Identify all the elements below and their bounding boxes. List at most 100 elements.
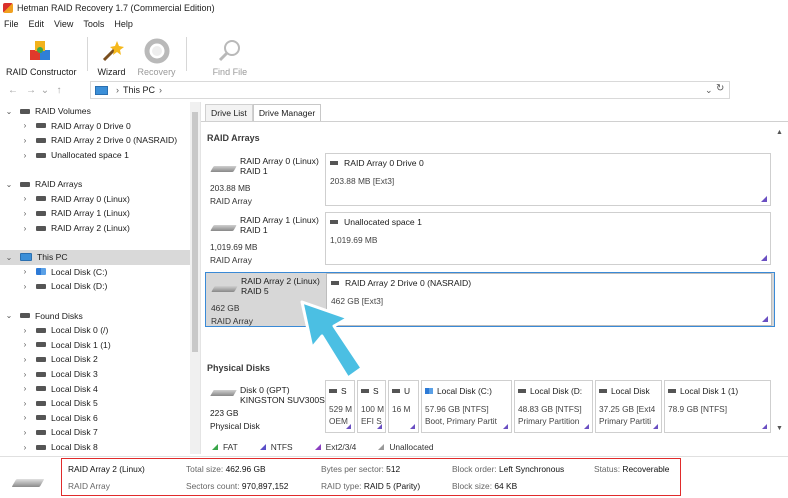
chevron-right-icon[interactable]: › — [20, 136, 30, 145]
total-size-value: 462.96 GB — [225, 464, 266, 474]
partition-type: Boot, Primary Partit — [425, 416, 497, 426]
tree-item[interactable]: › Local Disk 3 — [0, 367, 190, 382]
tree-item[interactable]: › RAID Array 0 (Linux) — [0, 192, 190, 207]
chevron-right-icon[interactable]: › — [20, 443, 30, 452]
partition-block[interactable]: Local Disk (C:) 57.96 GB [NTFS] Boot, Prim… — [421, 380, 512, 433]
chevron-right-icon[interactable]: › — [20, 326, 30, 335]
history-chevron-icon[interactable]: ⌄ — [40, 85, 50, 96]
tree-item[interactable]: › RAID Array 2 Drive 0 (NASRAID) — [0, 133, 190, 148]
tree-group[interactable]: ⌄ Found Disks — [0, 308, 190, 323]
address-field[interactable]: › This PC › — [90, 81, 730, 99]
raid-array-row[interactable]: RAID Array 1 (Linux) RAID 1 1,019.69 MB R… — [205, 212, 775, 267]
chevron-right-icon[interactable]: › — [20, 224, 30, 233]
drive-icon — [36, 386, 46, 392]
partition-block[interactable]: Local Disk 1 (1) 78.9 GB [NTFS] — [664, 380, 771, 433]
total-size-label: Total size: — [186, 464, 224, 474]
chevron-right-icon[interactable]: › — [20, 209, 30, 218]
chevron-right-icon[interactable]: › — [20, 282, 30, 291]
partition-block[interactable]: Unallocated space 1 1,019.69 MB — [325, 212, 771, 265]
partition-block[interactable]: Local Disk 37.25 GB [Ext4 Primary Partiti — [595, 380, 662, 433]
menu-view[interactable]: View — [54, 19, 73, 29]
tree-group[interactable]: ⌄ RAID Volumes — [0, 104, 190, 119]
tree-item-label: Local Disk (D:) — [51, 281, 108, 292]
partition-size: 37.25 GB [Ext4 — [599, 404, 656, 414]
wizard-button[interactable]: Wizard — [92, 33, 132, 77]
chevron-right-icon[interactable]: › — [20, 384, 30, 393]
tree-item[interactable]: › Local Disk 5 — [0, 396, 190, 411]
chevron-right-icon[interactable]: › — [20, 151, 30, 160]
forward-arrow-icon[interactable]: → — [22, 85, 40, 96]
tree-item-label: RAID Array 2 (Linux) — [51, 223, 130, 234]
chevron-right-icon[interactable]: › — [20, 355, 30, 364]
partition-block[interactable]: S 100 M EFI S — [357, 380, 386, 433]
chevron-right-icon[interactable]: › — [20, 428, 30, 437]
scroll-up-icon[interactable]: ▲ — [776, 129, 783, 136]
menu-file[interactable]: File — [4, 19, 19, 29]
partition-name: Local Disk 1 (1) — [680, 386, 739, 396]
tree-item[interactable]: › Local Disk 6 — [0, 411, 190, 426]
tree-item[interactable]: › Local Disk 4 — [0, 381, 190, 396]
chevron-right-icon[interactable]: › — [20, 340, 30, 349]
menu-edit[interactable]: Edit — [29, 19, 45, 29]
menu-tools[interactable]: Tools — [83, 19, 104, 29]
scroll-down-icon[interactable]: ▼ — [776, 425, 783, 432]
content-scrollbar[interactable]: ▲ ▼ — [775, 129, 785, 437]
tree-item[interactable]: › RAID Array 1 (Linux) — [0, 206, 190, 221]
address-dropdown-icon[interactable]: ⌄ — [705, 85, 713, 96]
recovery-button[interactable]: Recovery — [132, 33, 182, 77]
tree-group[interactable]: ⌄ RAID Arrays — [0, 177, 190, 192]
filesystem-marker-icon — [503, 424, 508, 429]
chevron-down-icon[interactable]: ⌄ — [4, 107, 14, 116]
toolbar-separator — [185, 37, 187, 71]
tree-item[interactable]: › Local Disk 2 — [0, 352, 190, 367]
legend-item: Unallocated — [378, 442, 434, 452]
tree-scrollbar-thumb[interactable] — [192, 112, 198, 352]
chevron-right-icon[interactable]: › — [20, 370, 30, 379]
puzzle-icon — [28, 38, 54, 64]
raid-array-row-selected[interactable]: RAID Array 2 (Linux) RAID 5 462 GB RAID A… — [205, 272, 775, 327]
tree-item[interactable]: › Local Disk (D:) — [0, 279, 190, 294]
tree-item[interactable]: › Local Disk 7 — [0, 425, 190, 440]
chevron-right-icon[interactable]: › — [20, 194, 30, 203]
tree-scrollbar[interactable] — [190, 102, 200, 454]
legend-swatch-icon — [212, 444, 218, 450]
tree-item[interactable]: › RAID Array 0 Drive 0 — [0, 119, 190, 134]
up-arrow-icon[interactable]: ↑ — [50, 85, 68, 96]
partition-block[interactable]: Local Disk (D: 48.83 GB [NTFS] Primary Par… — [514, 380, 593, 433]
chevron-right-icon[interactable]: › — [20, 413, 30, 422]
raid-array-kind: RAID Array — [210, 255, 252, 265]
tree-item[interactable]: › RAID Array 2 (Linux) — [0, 221, 190, 236]
raid-array-row[interactable]: RAID Array 0 (Linux) RAID 1 203.88 MB RAI… — [205, 153, 775, 208]
back-arrow-icon[interactable]: ← — [4, 85, 22, 96]
partition-block[interactable]: RAID Array 0 Drive 0 203.88 MB [Ext3] — [325, 153, 771, 206]
chevron-right-icon[interactable]: › — [20, 267, 30, 276]
chevron-down-icon[interactable]: ⌄ — [4, 253, 14, 262]
refresh-icon[interactable]: ↻ — [716, 83, 724, 94]
tab-drive-manager[interactable]: Drive Manager — [252, 104, 322, 122]
chevron-right-icon[interactable]: › — [20, 399, 30, 408]
tree-item[interactable]: › Local Disk (C:) — [0, 265, 190, 280]
tree-item[interactable]: › Local Disk 8 — [0, 440, 190, 454]
chevron-down-icon[interactable]: ⌄ — [4, 311, 14, 320]
physical-disk-row[interactable]: Disk 0 (GPT) KINGSTON SUV300S 223 GB Phys… — [205, 380, 775, 438]
partition-block[interactable]: RAID Array 2 Drive 0 (NASRAID) 462 GB [E… — [326, 273, 772, 326]
tree-item[interactable]: › Unallocated space 1 — [0, 148, 190, 163]
raid-type-value: RAID 5 (Parity) — [363, 481, 421, 491]
partition-block[interactable]: U 16 M — [388, 380, 419, 433]
tab-drive-list[interactable]: Drive List — [205, 104, 253, 122]
block-order-label: Block order: — [452, 464, 497, 474]
menu-help[interactable]: Help — [114, 19, 133, 29]
raid-constructor-button[interactable]: RAID Constructor — [0, 33, 83, 77]
partition-icon — [599, 389, 607, 393]
partition-block[interactable]: S 529 M OEM — [325, 380, 355, 433]
find-file-button[interactable]: Find File — [191, 33, 254, 77]
tree-item[interactable]: › Local Disk 0 (/) — [0, 323, 190, 338]
raid-array-size: 1,019.69 MB — [210, 242, 258, 252]
tree-item[interactable]: › Local Disk 1 (1) — [0, 338, 190, 353]
computer-icon — [20, 253, 32, 262]
partition-icon — [361, 389, 369, 393]
chevron-down-icon[interactable]: ⌄ — [4, 180, 14, 189]
tree-group[interactable]: ⌄ This PC — [0, 250, 190, 265]
chevron-right-icon[interactable]: › — [20, 121, 30, 130]
legend-label: FAT — [223, 442, 238, 452]
